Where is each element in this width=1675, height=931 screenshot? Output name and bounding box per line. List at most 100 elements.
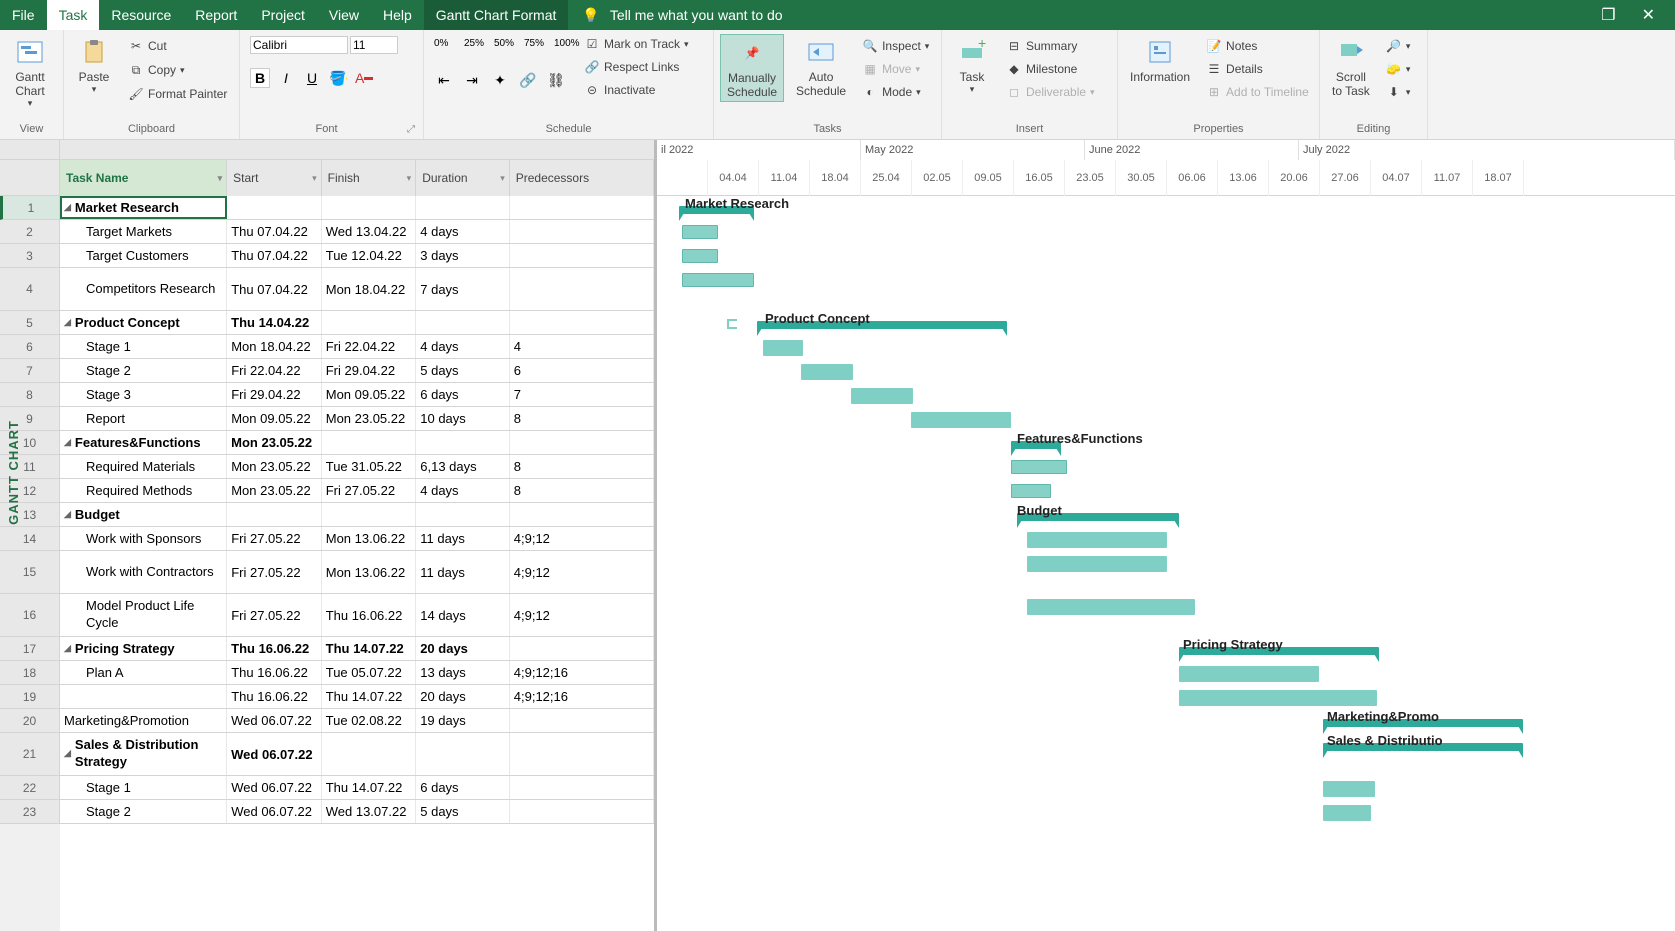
task-name-cell[interactable]: Competitors Research bbox=[60, 268, 227, 310]
table-cell[interactable]: Thu 16.06.22 bbox=[227, 661, 322, 684]
pct-50-icon[interactable]: 50% bbox=[494, 38, 514, 58]
bold-button[interactable]: B bbox=[250, 68, 270, 88]
table-cell[interactable]: 3 days bbox=[416, 244, 510, 267]
row-number[interactable]: 3 bbox=[0, 244, 60, 268]
row-number[interactable]: 2 bbox=[0, 220, 60, 244]
table-cell[interactable] bbox=[416, 503, 510, 526]
task-name-cell[interactable]: Required Materials bbox=[60, 455, 227, 478]
table-cell[interactable]: 19 days bbox=[416, 709, 510, 732]
font-color-button[interactable]: A bbox=[354, 68, 374, 88]
summary-button[interactable]: ⊟Summary bbox=[1002, 36, 1099, 56]
chevron-down-icon[interactable]: ▾ bbox=[500, 173, 505, 184]
table-cell[interactable]: Fri 27.05.22 bbox=[322, 479, 417, 502]
task-name-cell[interactable]: Target Customers bbox=[60, 244, 227, 267]
table-cell[interactable] bbox=[416, 311, 510, 334]
row-number[interactable]: 4 bbox=[0, 268, 60, 311]
table-cell[interactable] bbox=[510, 503, 654, 526]
table-cell[interactable]: Mon 09.05.22 bbox=[322, 383, 417, 406]
row-number[interactable]: 15 bbox=[0, 551, 60, 594]
tab-view[interactable]: View bbox=[317, 0, 371, 30]
gantt-bar[interactable] bbox=[763, 340, 803, 356]
col-duration[interactable]: Duration▾ bbox=[416, 160, 510, 196]
row-number[interactable]: 17 bbox=[0, 637, 60, 661]
gantt-bar[interactable] bbox=[801, 364, 853, 380]
task-name-cell[interactable]: Plan A bbox=[60, 661, 227, 684]
table-cell[interactable] bbox=[510, 431, 654, 454]
table-cell[interactable] bbox=[416, 431, 510, 454]
table-cell[interactable]: 6 days bbox=[416, 776, 510, 799]
table-cell[interactable]: Thu 14.07.22 bbox=[322, 685, 417, 708]
scroll-to-task-button[interactable]: Scroll to Task bbox=[1326, 34, 1376, 100]
table-cell[interactable] bbox=[510, 637, 654, 660]
table-row[interactable]: Stage 3Fri 29.04.22Mon 09.05.226 days7 bbox=[60, 383, 654, 407]
font-name-select[interactable] bbox=[250, 36, 348, 54]
row-number[interactable]: 7 bbox=[0, 359, 60, 383]
task-name-cell[interactable]: ◢Pricing Strategy bbox=[60, 637, 227, 660]
indent-button[interactable]: ⇥ bbox=[462, 70, 482, 90]
task-name-cell[interactable]: Work with Sponsors bbox=[60, 527, 227, 550]
table-cell[interactable]: 6 days bbox=[416, 383, 510, 406]
find-button[interactable]: 🔎▾ bbox=[1382, 36, 1415, 56]
table-cell[interactable] bbox=[322, 311, 417, 334]
table-row[interactable]: Target CustomersThu 07.04.22Tue 12.04.22… bbox=[60, 244, 654, 268]
table-cell[interactable]: 4;9;12;16 bbox=[510, 661, 654, 684]
row-number[interactable]: 14 bbox=[0, 527, 60, 551]
clear-button[interactable]: 🧽▾ bbox=[1382, 59, 1415, 79]
table-cell[interactable]: Mon 13.06.22 bbox=[322, 551, 417, 593]
chevron-down-icon[interactable]: ▾ bbox=[407, 173, 412, 184]
table-row[interactable]: Work with ContractorsFri 27.05.22Mon 13.… bbox=[60, 551, 654, 594]
fill-button[interactable]: ⬇▾ bbox=[1382, 82, 1415, 102]
outdent-button[interactable]: ⇤ bbox=[434, 70, 454, 90]
table-row[interactable]: ReportMon 09.05.22Mon 23.05.2210 days8 bbox=[60, 407, 654, 431]
table-cell[interactable] bbox=[510, 733, 654, 775]
table-cell[interactable]: 4;9;12 bbox=[510, 594, 654, 636]
paste-button[interactable]: Paste▾ bbox=[70, 34, 118, 97]
task-name-cell[interactable]: Marketing&Promotion bbox=[60, 709, 227, 732]
row-number[interactable]: 19 bbox=[0, 685, 60, 709]
row-number[interactable]: 5 bbox=[0, 311, 60, 335]
table-cell[interactable]: 6,13 days bbox=[416, 455, 510, 478]
task-name-cell[interactable]: ◢Market Research bbox=[60, 196, 227, 219]
table-cell[interactable]: Tue 12.04.22 bbox=[322, 244, 417, 267]
task-name-cell[interactable]: Stage 1 bbox=[60, 335, 227, 358]
table-cell[interactable]: 10 days bbox=[416, 407, 510, 430]
tell-me[interactable]: 💡 Tell me what you want to do bbox=[582, 0, 782, 30]
unlink-button[interactable]: ⛓ bbox=[546, 70, 566, 90]
chevron-down-icon[interactable]: ▾ bbox=[218, 173, 223, 184]
copy-button[interactable]: ⧉Copy ▾ bbox=[124, 60, 231, 80]
gantt-bar[interactable] bbox=[1027, 532, 1167, 548]
table-cell[interactable]: Thu 07.04.22 bbox=[227, 268, 322, 310]
tab-file[interactable]: File bbox=[0, 0, 47, 30]
table-row[interactable]: Target MarketsThu 07.04.22Wed 13.04.224 … bbox=[60, 220, 654, 244]
task-name-cell[interactable]: ◢Sales & Distribution Strategy bbox=[60, 733, 227, 775]
table-cell[interactable]: Mon 09.05.22 bbox=[227, 407, 322, 430]
deliverable-button[interactable]: ◻Deliverable ▾ bbox=[1002, 82, 1099, 102]
table-cell[interactable]: Mon 23.05.22 bbox=[227, 431, 322, 454]
table-cell[interactable]: Tue 31.05.22 bbox=[322, 455, 417, 478]
cut-button[interactable]: ✂Cut bbox=[124, 36, 231, 56]
table-cell[interactable] bbox=[322, 503, 417, 526]
underline-button[interactable]: U bbox=[302, 68, 322, 88]
row-number[interactable]: 8 bbox=[0, 383, 60, 407]
table-cell[interactable] bbox=[510, 311, 654, 334]
table-row[interactable]: Model Product Life CycleFri 27.05.22Thu … bbox=[60, 594, 654, 637]
table-cell[interactable]: Mon 23.05.22 bbox=[322, 407, 417, 430]
table-cell[interactable]: 6 bbox=[510, 359, 654, 382]
task-name-cell[interactable]: Stage 3 bbox=[60, 383, 227, 406]
tab-help[interactable]: Help bbox=[371, 0, 424, 30]
table-cell[interactable]: Fri 22.04.22 bbox=[322, 335, 417, 358]
pct-75-icon[interactable]: 75% bbox=[524, 38, 544, 58]
table-cell[interactable]: 8 bbox=[510, 407, 654, 430]
gantt-chart[interactable]: il 2022May 2022June 2022July 2022 04.041… bbox=[657, 140, 1675, 931]
task-name-cell[interactable]: ◢Features&Functions bbox=[60, 431, 227, 454]
collapse-icon[interactable]: ◢ bbox=[64, 202, 71, 213]
move-button[interactable]: ▦Move ▾ bbox=[858, 59, 933, 79]
row-number[interactable]: 18 bbox=[0, 661, 60, 685]
table-row[interactable]: ◢Sales & Distribution StrategyWed 06.07.… bbox=[60, 733, 654, 776]
table-cell[interactable] bbox=[510, 196, 654, 219]
gantt-bar[interactable] bbox=[682, 249, 718, 263]
row-number[interactable]: 6 bbox=[0, 335, 60, 359]
table-cell[interactable]: 4 days bbox=[416, 335, 510, 358]
table-cell[interactable] bbox=[416, 733, 510, 775]
table-cell[interactable]: Tue 02.08.22 bbox=[322, 709, 417, 732]
